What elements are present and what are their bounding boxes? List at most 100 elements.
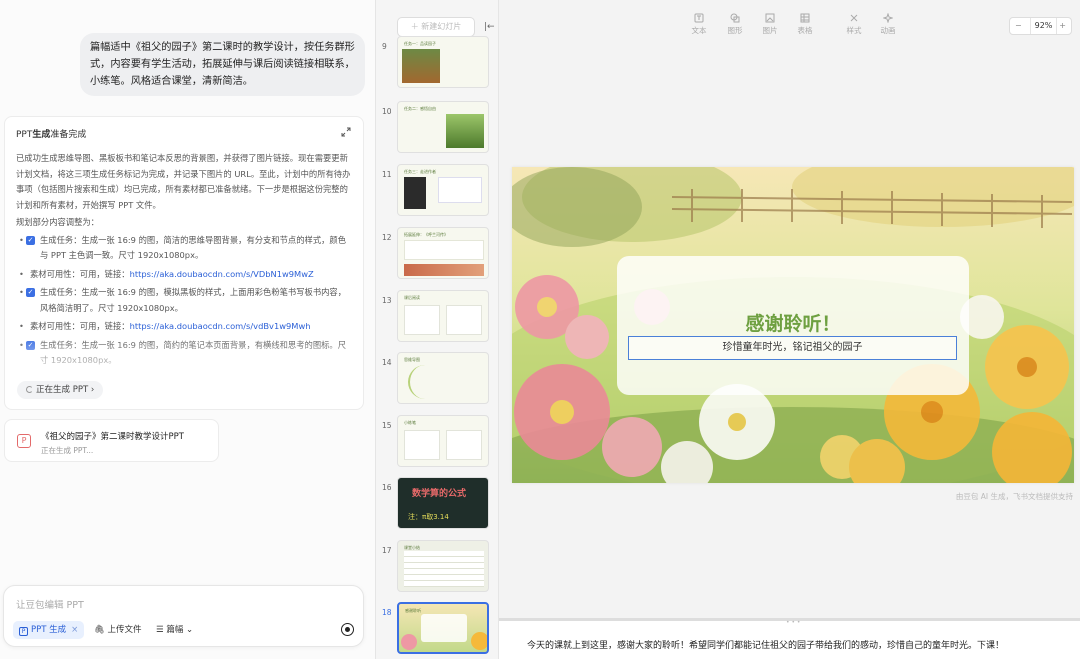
asset-link[interactable]: https://aka.doubaocdn.com/s/VDbN1w9MwZ xyxy=(130,269,314,279)
thumb-photo xyxy=(402,49,440,83)
thumb-title: 感谢聆听 xyxy=(405,608,421,613)
toolbar-style-button[interactable]: 样式 xyxy=(839,13,869,36)
slide-thumbnail[interactable]: 课后阅读 xyxy=(397,290,489,342)
ppt-generate-chip[interactable]: P PPT 生成 × xyxy=(13,621,85,639)
thumb-table xyxy=(404,240,484,260)
slide-number: 18 xyxy=(382,608,392,617)
slide-thumbnail[interactable]: 思维导图 xyxy=(397,352,489,404)
thumb-title: 小练笔 xyxy=(404,420,416,425)
slide-number: 16 xyxy=(382,483,392,492)
thumb-title: 任务一：品读园子 xyxy=(404,41,436,46)
collapse-panel-icon[interactable]: |← xyxy=(484,22,495,32)
toolbar-text-button[interactable]: 文本 xyxy=(684,13,714,36)
asset-link[interactable]: https://aka.doubaocdn.com/s/vdBv1w9Mwh xyxy=(130,321,311,331)
plan-asset-item: 素材可用性：可用，链接：https://aka.doubaocdn.com/s/… xyxy=(16,319,352,335)
text-icon xyxy=(694,13,704,23)
toolbar-label: 图形 xyxy=(727,26,743,35)
toolbar-label: 文本 xyxy=(691,26,707,35)
upload-file-button[interactable]: 🖇 上传文件 xyxy=(94,621,142,639)
toolbar-label: 样式 xyxy=(846,26,862,35)
slide-thumbnail[interactable]: 感谢聆听 xyxy=(397,602,489,654)
thumb-card xyxy=(446,430,482,460)
thumb-portrait xyxy=(404,177,426,209)
plan-subheading: 规划部分内容调整为： xyxy=(16,217,99,227)
chip-close-icon[interactable]: × xyxy=(71,625,78,635)
thumb-card xyxy=(438,177,482,203)
loading-spinner-icon xyxy=(26,386,33,393)
ppt-file-icon: P xyxy=(17,434,31,448)
thumb-photo xyxy=(446,114,484,148)
generation-paragraph: 已成功生成思维导图、黑板板书和笔记本反思的背景图，并获得了图片链接。现在需要更新… xyxy=(16,153,351,210)
toolbar-label: 图片 xyxy=(762,26,778,35)
thumb-mindmap xyxy=(408,365,480,399)
voice-record-button[interactable] xyxy=(341,623,354,636)
table-icon xyxy=(800,13,810,23)
zoom-in-button[interactable]: + xyxy=(1059,18,1066,34)
slide-number: 14 xyxy=(382,358,392,367)
ppt-icon: P xyxy=(19,627,28,636)
thumb-final-card xyxy=(421,614,467,642)
chat-panel: 篇幅适中《祖父的园子》第二课时的教学设计，按任务群形式，内容要有学生活动，拓展延… xyxy=(0,0,375,659)
toolbar-animation-button[interactable]: 动画 xyxy=(873,13,903,36)
zoom-out-button[interactable]: − xyxy=(1015,18,1022,34)
paperclip-icon: 🖇 xyxy=(94,625,105,635)
thumb-title: 任务二：感悟自由 xyxy=(404,106,436,111)
style-icon xyxy=(850,14,858,22)
ppt-file-status: 正在生成 PPT... xyxy=(41,446,94,455)
slide-thumbnail[interactable]: 小练笔 xyxy=(397,415,489,467)
insert-toolbar: 文本 图形 图片 表格 样式 动画 xyxy=(499,0,1080,44)
slide-title[interactable]: 感谢聆听！ xyxy=(617,309,969,336)
slide-thumbnail[interactable]: 课堂小结 xyxy=(397,540,489,592)
slide-editor: 文本 图形 图片 表格 样式 动画 − 92% + 感谢聆听！ 珍惜童年时光，铭… xyxy=(499,0,1080,659)
chat-input-placeholder[interactable]: 让豆包编辑 PPT xyxy=(16,597,84,611)
length-dropdown[interactable]: ☰ 篇幅 ⌄ xyxy=(156,621,193,639)
toolbar-table-button[interactable]: 表格 xyxy=(790,13,820,36)
slide-thumbnail[interactable]: 拓展延伸：《呼兰河传》 xyxy=(397,227,489,279)
thumb-title: 课后阅读 xyxy=(404,295,420,300)
slide-number: 13 xyxy=(382,296,392,305)
plan-asset-item: 素材可用性：可用，链接：https://aka.doubaocdn.com/s/… xyxy=(16,267,352,283)
ppt-file-card[interactable]: P 《祖父的园子》第二课时教学设计PPT 正在生成 PPT... xyxy=(4,419,219,462)
generating-status-pill[interactable]: 正在生成 PPT › xyxy=(17,381,104,399)
chat-input-box[interactable]: 让豆包编辑 PPT P PPT 生成 × 🖇 上传文件 ☰ 篇幅 ⌄ xyxy=(3,585,364,647)
thumb-flower xyxy=(401,634,417,650)
slide-thumbnail-panel: ＋ 新建幻灯片 |← 9 任务一：品读园子 10 任务二：感悟自由 11 任务三：走进作者… xyxy=(375,0,499,659)
toolbar-image-button[interactable]: 图片 xyxy=(755,13,785,36)
slide-text-card: 感谢聆听！ 珍惜童年时光，铭记祖父的园子 xyxy=(617,256,969,395)
length-icon: ☰ xyxy=(156,625,164,635)
speaker-notes-panel[interactable]: • • • 今天的课就上到这里，感谢大家的聆听！希望同学们都能记住祖父的园子带给… xyxy=(499,618,1080,659)
animation-icon xyxy=(883,13,893,23)
speaker-notes-text[interactable]: 今天的课就上到这里，感谢大家的聆听！希望同学们都能记住祖父的园子带给我们的感动，… xyxy=(527,638,1004,651)
zoom-control[interactable]: − 92% + xyxy=(1009,17,1072,35)
slide-number: 17 xyxy=(382,546,392,555)
resize-grip-icon[interactable]: • • • xyxy=(786,619,800,626)
slide-canvas[interactable]: 感谢聆听！ 珍惜童年时光，铭记祖父的园子 xyxy=(512,167,1074,483)
toolbar-label: 表格 xyxy=(797,26,813,35)
slide-number: 12 xyxy=(382,233,392,242)
generation-card: PPT生成准备完成 已成功生成思维导图、黑板板书和笔记本反思的背景图，并获得了图… xyxy=(4,116,364,410)
slide-number: 9 xyxy=(382,42,387,51)
ppt-file-title: 《祖父的园子》第二课时教学设计PPT xyxy=(41,432,184,442)
zoom-value[interactable]: 92% xyxy=(1030,18,1057,34)
board-text: 数学算的公式 xyxy=(412,489,467,499)
thumb-card xyxy=(446,305,482,335)
thumb-flower xyxy=(471,632,487,650)
expand-icon[interactable] xyxy=(340,126,352,138)
thumb-title: 思维导图 xyxy=(404,357,420,362)
toolbar-shape-button[interactable]: 图形 xyxy=(720,13,750,36)
plan-task-item: 生成任务：生成一张 16:9 的图，模拟黑板的样式，上面用彩色粉笔书写板书内容，… xyxy=(16,285,352,316)
slide-thumbnail[interactable]: 数学算的公式 注：π取3.14 xyxy=(397,477,489,529)
toolbar-label: 动画 xyxy=(880,26,896,35)
thumb-notebook xyxy=(404,551,484,587)
new-slide-button[interactable]: ＋ 新建幻灯片 xyxy=(397,17,475,37)
thumb-title: 拓展延伸：《呼兰河传》 xyxy=(404,232,448,237)
thumb-card xyxy=(404,430,440,460)
slide-thumbnail[interactable]: 任务二：感悟自由 xyxy=(397,101,489,153)
thumb-photo xyxy=(404,264,484,276)
slide-subtitle-textbox[interactable]: 珍惜童年时光，铭记祖父的园子 xyxy=(628,336,957,360)
slide-number: 15 xyxy=(382,421,392,430)
slide-thumbnail[interactable]: 任务一：品读园子 xyxy=(397,36,489,88)
ai-credit-text: 由豆包 AI 生成，飞书文档提供支持 xyxy=(955,492,1073,501)
user-message: 篇幅适中《祖父的园子》第二课时的教学设计，按任务群形式，内容要有学生活动，拓展延… xyxy=(80,33,365,96)
slide-thumbnail[interactable]: 任务三：走进作者 xyxy=(397,164,489,216)
